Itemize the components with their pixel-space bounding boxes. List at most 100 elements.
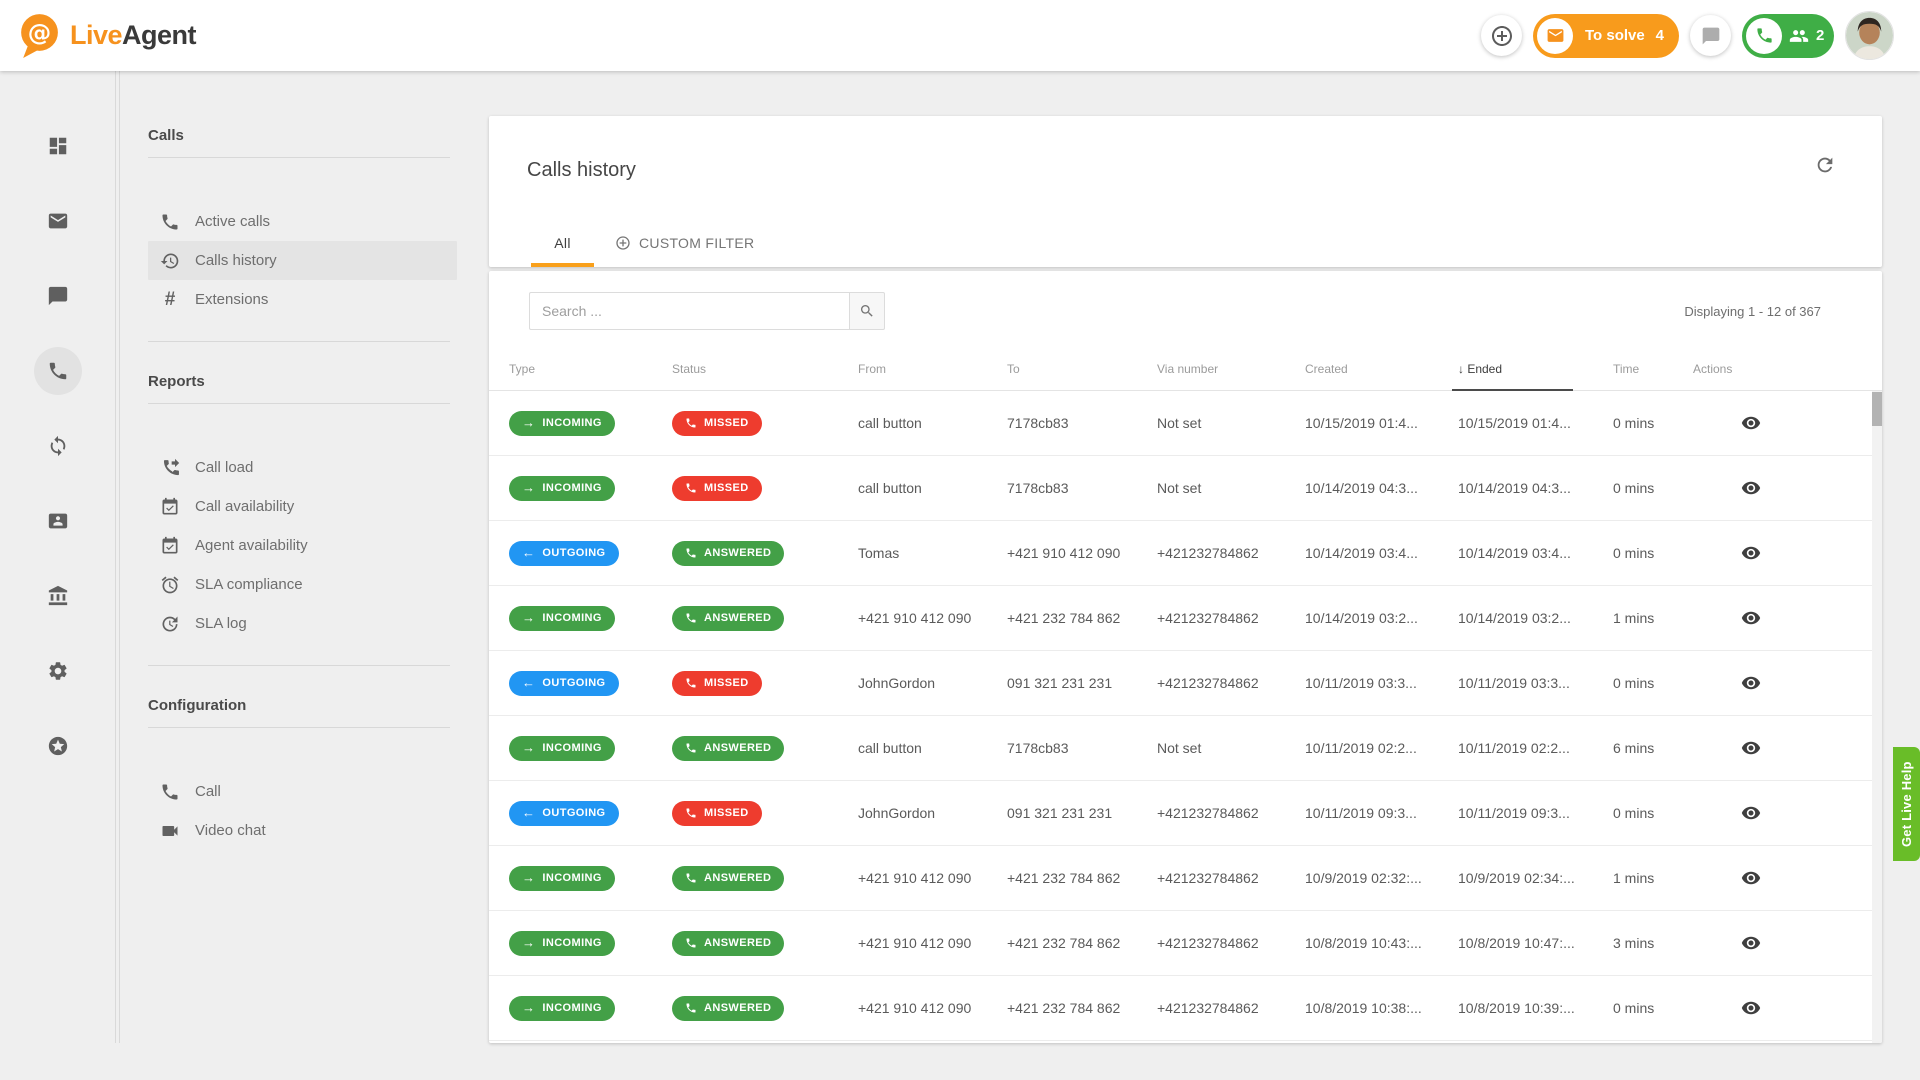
phone-icon [685, 1002, 697, 1014]
refresh-button[interactable] [1808, 148, 1842, 182]
view-call-button[interactable] [1739, 736, 1763, 760]
view-call-button[interactable] [1739, 671, 1763, 695]
scrollbar-thumb[interactable] [1872, 392, 1882, 426]
nav-item-label: Calls history [195, 252, 277, 269]
alarm-icon [160, 575, 180, 595]
phone-icon [685, 482, 697, 494]
star-circle-icon [47, 735, 69, 757]
created-cell: 10/14/2019 03:2... [1305, 610, 1458, 626]
rail-item-dashboard[interactable] [34, 122, 82, 170]
column-header-type[interactable]: Type [509, 362, 672, 376]
search-input[interactable] [529, 292, 849, 330]
column-header-actions[interactable]: Actions [1693, 362, 1882, 376]
table-row: →INCOMINGANSWERED+421 910 412 090+421 23… [489, 911, 1882, 976]
via-number-cell: Not set [1157, 740, 1305, 756]
plus-circle-icon [1490, 24, 1514, 48]
nav-item-sla-log[interactable]: SLA log [148, 604, 457, 643]
tab-all[interactable]: All [531, 219, 594, 267]
nav-item-call[interactable]: Call [148, 772, 457, 811]
rail-item-calls[interactable] [34, 347, 82, 395]
arrow-right-icon: → [522, 611, 535, 624]
rail-item-settings[interactable] [34, 647, 82, 695]
arrow-left-icon: ← [522, 806, 535, 819]
eye-icon [1741, 803, 1761, 823]
via-number-cell: +421232784862 [1157, 805, 1305, 821]
table-row: →INCOMINGANSWERED+421 910 412 090+421 23… [489, 976, 1882, 1041]
nav-item-agent-availability[interactable]: Agent availability [148, 526, 457, 565]
to-cell: +421 232 784 862 [1007, 935, 1157, 951]
nav-item-calls-history[interactable]: Calls history [148, 241, 457, 280]
status-label: MISSED [704, 417, 749, 429]
gear-icon [47, 660, 69, 682]
table-scrollbar[interactable] [1872, 391, 1882, 1043]
column-header-from[interactable]: From [858, 362, 1007, 376]
type-label: OUTGOING [542, 807, 605, 819]
type-badge: ← OUTGOING [509, 801, 619, 826]
chats-button[interactable] [1690, 15, 1731, 56]
pagination-status: Displaying 1 - 12 of 367 [1684, 304, 1821, 319]
nav-item-label: Video chat [195, 822, 266, 839]
liveagent-logo[interactable]: @ LiveAgent [14, 11, 196, 60]
table-row: →INCOMINGMISSEDcall button7178cb83Not se… [489, 391, 1882, 456]
column-header-created[interactable]: Created [1305, 362, 1458, 376]
view-call-button[interactable] [1739, 476, 1763, 500]
to-cell: +421 232 784 862 [1007, 870, 1157, 886]
tab-custom-filter[interactable]: CUSTOM FILTER [613, 219, 756, 267]
search-row: Displaying 1 - 12 of 367 [489, 271, 1882, 330]
view-call-button[interactable] [1739, 801, 1763, 825]
view-call-button[interactable] [1739, 866, 1763, 890]
nav-item-sla-compliance[interactable]: SLA compliance [148, 565, 457, 604]
nav-item-active-calls[interactable]: Active calls [148, 202, 457, 241]
view-call-button[interactable] [1739, 606, 1763, 630]
column-header-time[interactable]: Time [1613, 362, 1693, 376]
column-header-to[interactable]: To [1007, 362, 1157, 376]
rail-item-chats[interactable] [34, 272, 82, 320]
column-header-ended[interactable]: ↓ Ended [1458, 362, 1613, 376]
view-call-button[interactable] [1739, 541, 1763, 565]
rail-item-reports[interactable] [34, 422, 82, 470]
to-solve-label: To solve [1585, 27, 1645, 44]
plus-circle-icon [615, 235, 631, 251]
contact-card-icon [47, 510, 69, 532]
type-badge: ←OUTGOING [509, 541, 619, 566]
type-badge: →INCOMING [509, 866, 615, 891]
status-label: MISSED [704, 482, 749, 494]
column-header-via-number[interactable]: Via number [1157, 362, 1305, 376]
rail-item-upgrade[interactable] [34, 722, 82, 770]
time-cell: 0 mins [1613, 1000, 1693, 1016]
nav-item-call-load[interactable]: Call load [148, 448, 457, 487]
created-cell: 10/8/2019 10:43:... [1305, 935, 1458, 951]
view-call-button[interactable] [1739, 996, 1763, 1020]
via-number-cell: +421232784862 [1157, 870, 1305, 886]
calls-online-button[interactable]: 2 [1742, 14, 1834, 58]
status-badge: MISSED [672, 476, 762, 501]
view-call-button[interactable] [1739, 411, 1763, 435]
from-cell: JohnGordon [858, 805, 1007, 821]
phone-icon [685, 417, 697, 429]
rail-item-billing[interactable] [34, 572, 82, 620]
column-header-status[interactable]: Status [672, 362, 858, 376]
avatar[interactable] [1845, 11, 1894, 60]
type-label: INCOMING [542, 417, 601, 429]
eye-icon [1741, 868, 1761, 888]
arrow-right-icon: → [522, 741, 535, 754]
view-call-button[interactable] [1739, 931, 1763, 955]
status-badge: ANSWERED [672, 736, 784, 761]
rail-item-customers[interactable] [34, 497, 82, 545]
table-body: →INCOMINGMISSEDcall button7178cb83Not se… [489, 391, 1882, 1041]
status-badge: MISSED [672, 671, 762, 696]
get-live-help-button[interactable]: Get Live Help [1893, 747, 1920, 861]
nav-item-call-availability[interactable]: Call availability [148, 487, 457, 526]
rail-item-tickets[interactable] [34, 197, 82, 245]
brand-wordmark: LiveAgent [70, 20, 196, 51]
add-new-button[interactable] [1481, 15, 1522, 56]
to-solve-button[interactable]: To solve 4 [1533, 14, 1679, 58]
nav-item-video-chat[interactable]: Video chat [148, 811, 457, 850]
nav-item-extensions[interactable]: #Extensions [148, 280, 457, 319]
status-label: ANSWERED [704, 872, 771, 884]
nav-item-label: Call [195, 783, 221, 800]
type-label: INCOMING [542, 482, 601, 494]
from-cell: +421 910 412 090 [858, 610, 1007, 626]
eye-icon [1741, 608, 1761, 628]
search-button[interactable] [849, 292, 885, 330]
